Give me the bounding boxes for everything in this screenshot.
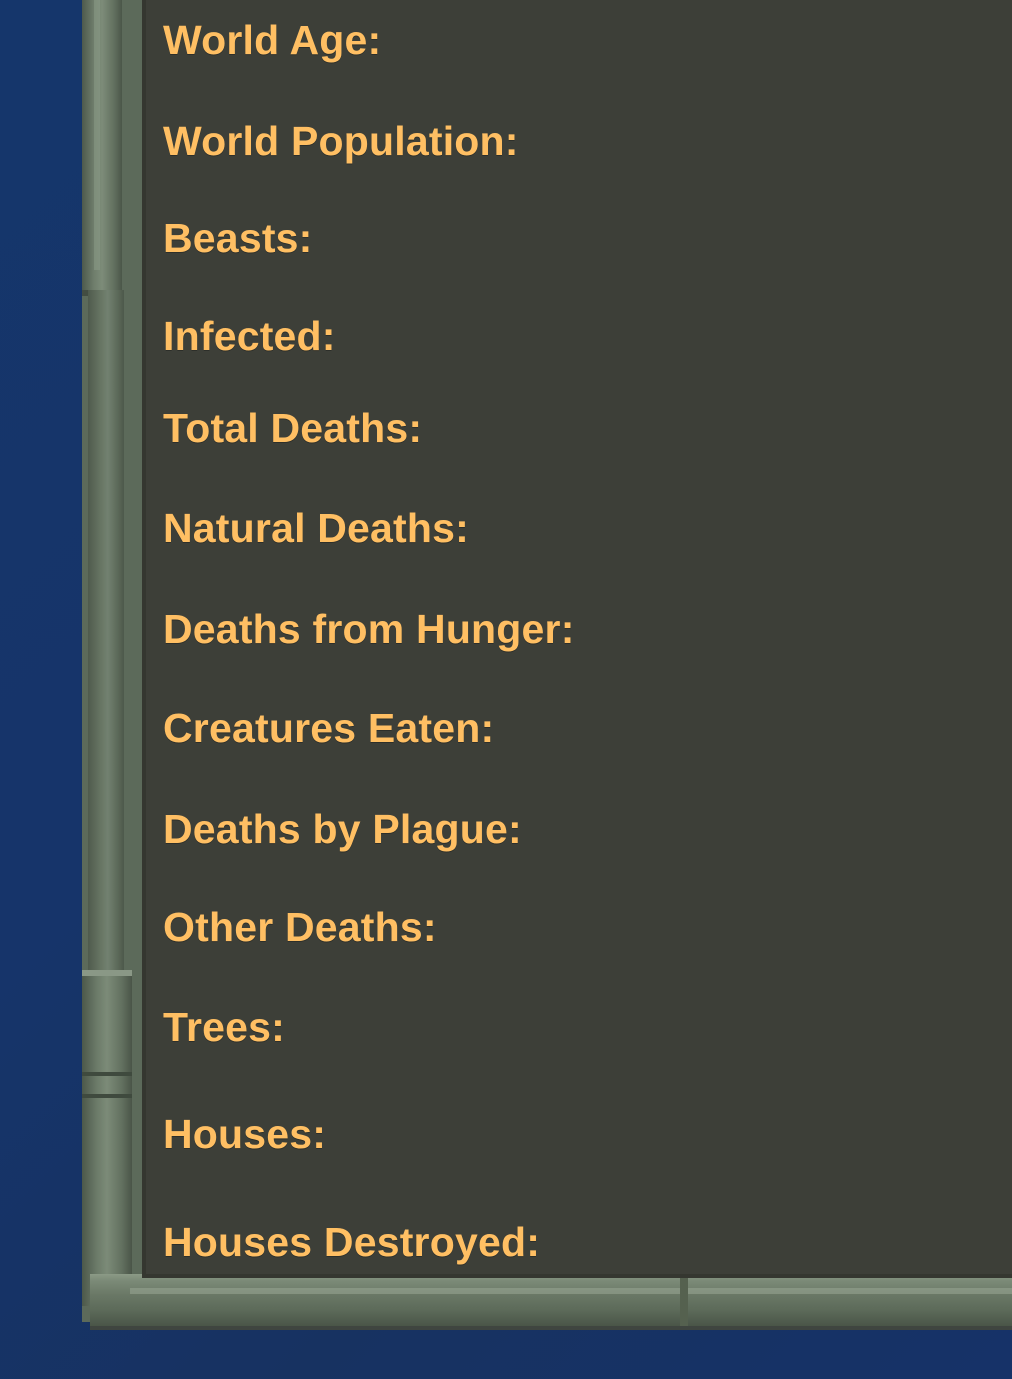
- stat-other-deaths-label: Other Deaths:: [163, 904, 437, 950]
- stat-world-population-label: World Population:: [163, 118, 519, 164]
- stat-natural-deaths-label: Natural Deaths:: [163, 505, 470, 551]
- stat-creatures-eaten-label: Creatures Eaten:: [163, 705, 495, 751]
- stat-infected-label: Infected:: [163, 313, 336, 359]
- frame-left-rail-top: [82, 0, 122, 296]
- frame-seam: [82, 1072, 132, 1076]
- frame-notch: [680, 1274, 688, 1326]
- stat-world-age-label: World Age:: [163, 17, 382, 63]
- stat-trees-label: Trees:: [163, 1004, 285, 1050]
- stat-deaths-from-hunger-label: Deaths from Hunger:: [163, 606, 575, 652]
- frame-seam: [82, 1094, 132, 1098]
- stat-beasts-label: Beasts:: [163, 215, 313, 261]
- frame-bottom-rail: [90, 1274, 1012, 1326]
- frame-left-rail-bottom: [82, 970, 132, 1306]
- stat-total-deaths-label: Total Deaths:: [163, 405, 423, 451]
- stat-houses-destroyed-label: Houses Destroyed:: [163, 1219, 541, 1265]
- stat-houses-label: Houses:: [163, 1111, 327, 1157]
- stat-deaths-by-plague-label: Deaths by Plague:: [163, 806, 522, 852]
- frame-left-rail-middle: [88, 290, 124, 970]
